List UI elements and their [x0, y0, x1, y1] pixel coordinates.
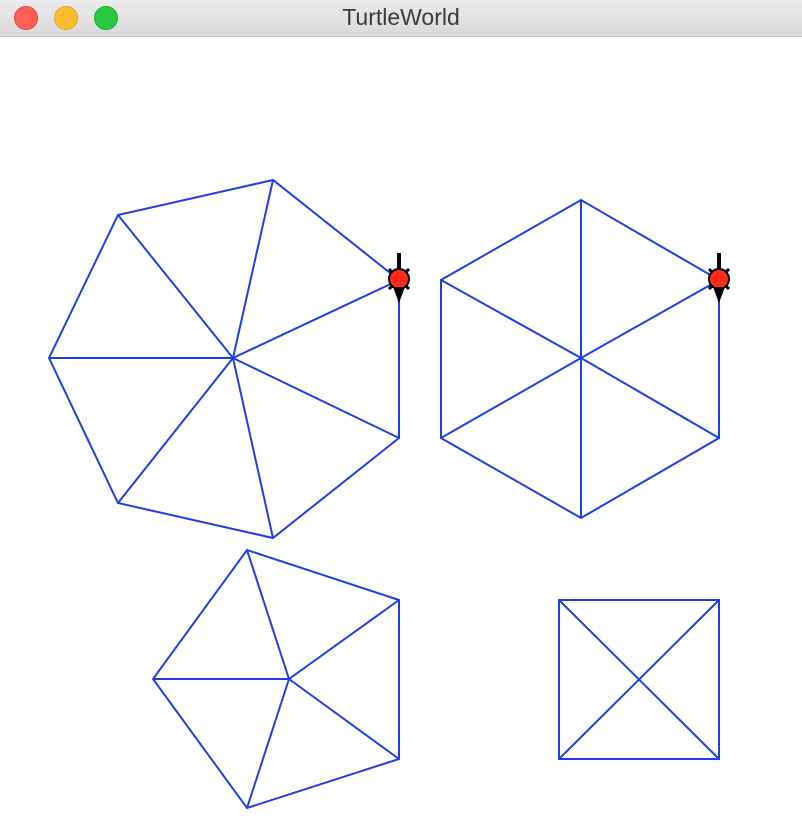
- heptagon-spokes: [49, 179, 400, 539]
- turtle-icon[interactable]: [707, 253, 731, 303]
- turtle-canvas[interactable]: [0, 37, 802, 838]
- square-shape: [558, 599, 720, 760]
- hexagon-spokes: [440, 200, 720, 518]
- turtleworld-window: TurtleWorld: [0, 0, 802, 838]
- pentagon-shape: [151, 548, 400, 810]
- title-bar[interactable]: TurtleWorld: [0, 0, 802, 37]
- heptagon-shape: [47, 178, 400, 540]
- turtle-icon[interactable]: [387, 253, 411, 303]
- square-diagonals: [558, 599, 720, 760]
- window-title: TurtleWorld: [342, 4, 460, 30]
- hexagon-shape: [440, 198, 720, 520]
- drawing-surface: [47, 178, 731, 810]
